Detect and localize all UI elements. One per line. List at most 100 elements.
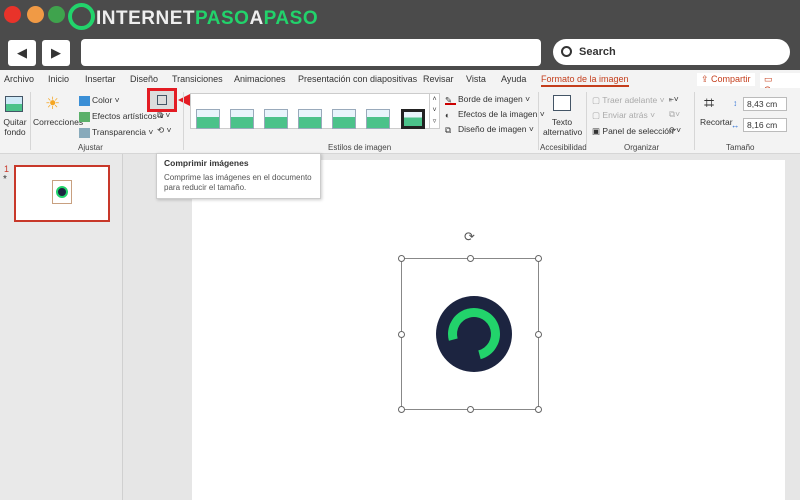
- browser-titlebar: INTERNETPASOAPASO ◀ ▶ Search: [0, 0, 800, 70]
- close-window-button[interactable]: [4, 6, 21, 23]
- artistic-effects-icon: [79, 111, 90, 122]
- height-icon: ↕: [733, 98, 738, 108]
- send-backward-button[interactable]: ▢ Enviar atrás ˅: [592, 110, 655, 121]
- compress-pictures-button[interactable]: [147, 88, 177, 112]
- resize-handle[interactable]: [398, 331, 405, 338]
- color-label: Color: [92, 95, 113, 105]
- picture-style-option[interactable]: [332, 109, 356, 129]
- resize-handle[interactable]: [398, 255, 405, 262]
- picture-style-option[interactable]: [196, 109, 220, 129]
- forward-icon: ▶: [51, 45, 61, 60]
- minimize-window-button[interactable]: [27, 6, 44, 23]
- brand-text: PASO: [195, 8, 250, 29]
- send-backward-label: Enviar atrás: [602, 110, 648, 120]
- picture-style-option[interactable]: [264, 109, 288, 129]
- group-label-organizar: Organizar: [624, 143, 660, 152]
- ribbon-tabs: Archivo Inicio Insertar Diseño Transicio…: [0, 70, 800, 96]
- tooltip-body: Comprime las imágenes en el documento pa…: [164, 173, 312, 192]
- tab-transiciones[interactable]: Transiciones: [172, 74, 223, 84]
- remove-background-button[interactable]: Quitar fondo: [3, 117, 27, 137]
- group-label-estilos: Estilos de imagen: [328, 143, 392, 152]
- color-icon: [79, 95, 90, 106]
- transparency-icon: [79, 127, 90, 138]
- picture-effects-button[interactable]: ◐ Efectos de la imagen ˅: [445, 109, 545, 120]
- resize-handle[interactable]: [467, 406, 474, 413]
- transparency-button[interactable]: Transparencia ˅: [79, 127, 153, 138]
- crop-button[interactable]: Recortar: [700, 117, 733, 127]
- picture-style-option[interactable]: [230, 109, 254, 129]
- change-picture-button[interactable]: ⧉ ˅: [157, 110, 170, 121]
- tab-archivo[interactable]: Archivo: [4, 74, 34, 84]
- tab-animaciones[interactable]: Animaciones: [234, 74, 286, 84]
- logo-picture: [436, 296, 512, 372]
- bring-forward-button[interactable]: ▢ Traer adelante ˅: [592, 95, 665, 106]
- slide-thumbnail[interactable]: [14, 165, 110, 222]
- group-button[interactable]: ⧉˅: [669, 109, 680, 120]
- share-label: Compartir: [711, 74, 751, 84]
- search-input[interactable]: Search: [553, 39, 790, 65]
- brand-text: A: [249, 8, 264, 29]
- selected-picture[interactable]: ⟳: [398, 229, 542, 413]
- width-icon: ↔: [731, 120, 740, 130]
- tab-formato-imagen[interactable]: Formato de la imagen: [541, 74, 629, 87]
- width-input[interactable]: 8,16 cm: [743, 118, 787, 132]
- group-label-ajustar: Ajustar: [78, 143, 103, 152]
- artistic-effects-button[interactable]: Efectos artísticos ˅: [79, 111, 164, 122]
- selection-pane-button[interactable]: ▣ Panel de selección: [592, 126, 674, 137]
- brand-text: PASO: [263, 8, 319, 29]
- picture-layout-button[interactable]: ⧉ Diseño de imagen ˅: [445, 124, 534, 135]
- rotate-handle-icon[interactable]: ⟳: [464, 229, 475, 245]
- artistic-effects-label: Efectos artísticos: [92, 111, 157, 121]
- height-input[interactable]: 8,43 cm: [743, 97, 787, 111]
- alt-text-button[interactable]: Texto alternativo: [543, 117, 582, 137]
- logo-mark: [438, 298, 510, 370]
- bring-forward-label: Traer adelante: [602, 95, 658, 105]
- tab-presentacion[interactable]: Presentación con diapositivas: [298, 74, 417, 84]
- thumbnail-image: [52, 180, 72, 204]
- resize-handle[interactable]: [535, 255, 542, 262]
- back-icon: ◀: [17, 45, 27, 60]
- picture-layout-label: Diseño de imagen: [458, 124, 527, 134]
- brand-logo-icon: [68, 3, 95, 30]
- corrections-button[interactable]: Correcciones: [33, 117, 83, 127]
- picture-style-option[interactable]: [401, 109, 425, 129]
- logo-icon: [56, 186, 68, 198]
- picture-style-option[interactable]: [298, 109, 322, 129]
- tooltip-title: Comprimir imágenes: [164, 158, 249, 168]
- picture-border-label: Borde de imagen: [458, 94, 523, 104]
- compress-pictures-icon: [157, 95, 167, 105]
- tab-revisar[interactable]: Revisar: [423, 74, 454, 84]
- resize-handle[interactable]: [467, 255, 474, 262]
- corrections-icon: ☀: [45, 94, 61, 113]
- tab-diseno[interactable]: Diseño: [130, 74, 158, 84]
- layout-icon: ⧉: [445, 124, 452, 135]
- tab-inicio[interactable]: Inicio: [48, 74, 69, 84]
- maximize-window-button[interactable]: [48, 6, 65, 23]
- ribbon: Quitar fondo ☀ Correcciones Color ˅ Efec…: [0, 88, 800, 154]
- search-placeholder: Search: [579, 46, 616, 58]
- brand-text: INTERNET: [96, 8, 195, 29]
- align-button[interactable]: ⫦˅: [669, 94, 679, 105]
- rotate-button[interactable]: ⟳˅: [669, 125, 681, 136]
- remove-background-icon: [5, 96, 23, 112]
- tab-vista[interactable]: Vista: [466, 74, 486, 84]
- resize-handle[interactable]: [535, 331, 542, 338]
- group-label-tamano: Tamaño: [726, 143, 755, 152]
- effects-icon: ◐: [445, 109, 451, 120]
- tab-ayuda[interactable]: Ayuda: [501, 74, 526, 84]
- picture-styles-gallery: ˄ ˅ ▿: [190, 93, 440, 129]
- reset-picture-button[interactable]: ⟲ ˅: [157, 125, 171, 136]
- forward-button[interactable]: ▶: [42, 40, 70, 66]
- color-button[interactable]: Color ˅: [79, 95, 120, 106]
- picture-border-button[interactable]: ✎ Borde de imagen ˅: [445, 94, 530, 105]
- tab-insertar[interactable]: Insertar: [85, 74, 116, 84]
- gallery-scroll[interactable]: ˄ ˅ ▿: [429, 94, 439, 128]
- back-button[interactable]: ◀: [8, 40, 36, 66]
- resize-handle[interactable]: [535, 406, 542, 413]
- picture-style-option[interactable]: [366, 109, 390, 129]
- url-input[interactable]: [81, 39, 541, 66]
- brand-logo: INTERNETPASOAPASO: [96, 8, 318, 30]
- resize-handle[interactable]: [398, 406, 405, 413]
- share-button[interactable]: ⇪ Compartir: [697, 73, 755, 86]
- slide-number: 1: [4, 164, 10, 174]
